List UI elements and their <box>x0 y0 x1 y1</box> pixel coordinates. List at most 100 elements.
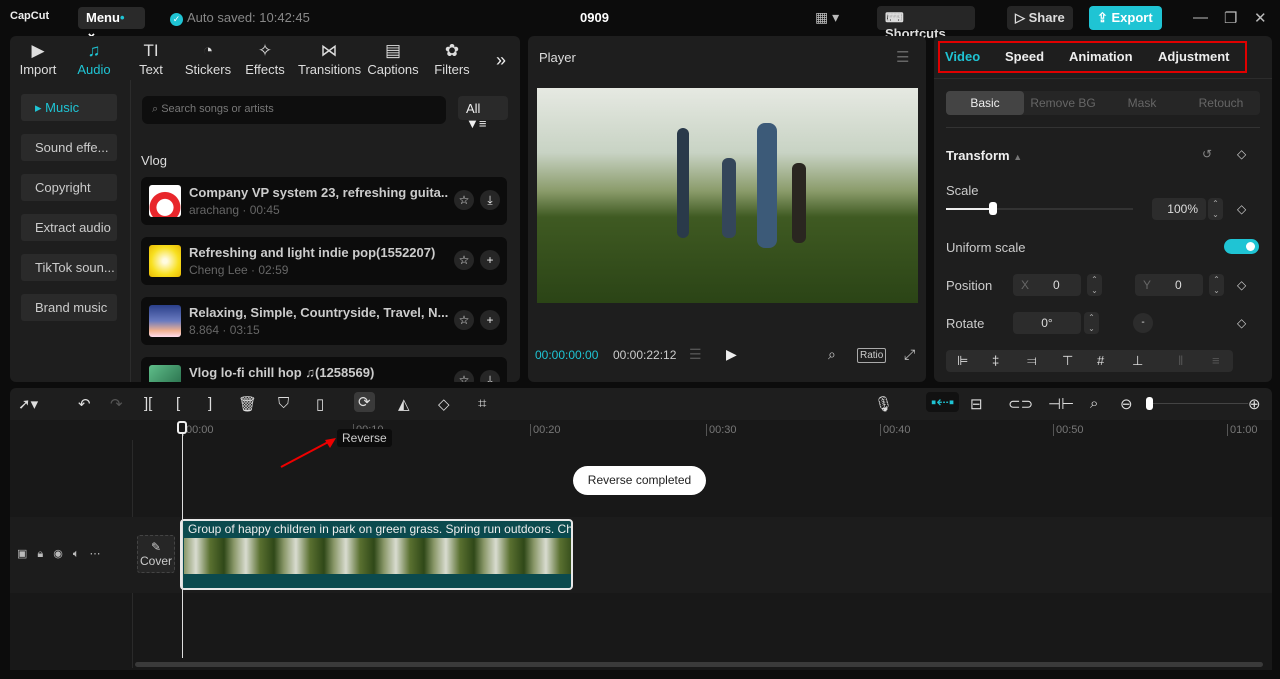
close-icon[interactable]: ✕ <box>1254 9 1267 27</box>
playhead-handle[interactable] <box>177 421 187 434</box>
sidebar-item-brand-music[interactable]: Brand music <box>21 294 117 321</box>
split-left-icon[interactable]: [ <box>176 395 180 412</box>
keyframe-icon[interactable]: ◇ <box>1237 278 1246 292</box>
mark-icon[interactable]: ⛉ <box>278 395 289 412</box>
subtab-basic[interactable]: Basic <box>946 91 1024 115</box>
split-icon[interactable]: ][ <box>144 395 152 412</box>
preview-axis-icon[interactable]: ⊣⊢ <box>1048 395 1074 413</box>
subtab-remove-bg[interactable]: Remove BG <box>1024 96 1102 110</box>
video-preview[interactable] <box>537 88 918 303</box>
zoom-in-icon[interactable]: ⊕ <box>1248 395 1261 413</box>
delete-icon[interactable]: 🗑 <box>238 395 257 413</box>
freeze-icon[interactable]: ▯ <box>316 395 324 413</box>
menu-button[interactable]: Menu• ⌄ <box>78 7 145 40</box>
main-track-magnet-icon[interactable]: ▪⇠▪ <box>926 392 960 412</box>
reset-icon[interactable]: ↺ <box>1202 147 1212 161</box>
position-y-input[interactable]: Y0 <box>1135 274 1203 296</box>
play-icon[interactable]: ▶ <box>726 346 737 363</box>
shortcuts-button[interactable]: ⌨ Shortcuts <box>877 6 975 41</box>
position-y-stepper[interactable]: ⌃ ⌄ <box>1209 274 1224 296</box>
tab-audio[interactable]: ♫ Audio <box>66 40 122 77</box>
align-center-h-icon[interactable]: ‡ <box>992 353 999 368</box>
sidebar-item-music[interactable]: ▸ Music <box>21 94 117 121</box>
list-item[interactable]: Company VP system 23, refreshing guita..… <box>141 177 507 225</box>
align-left-icon[interactable]: ⊫ <box>957 353 968 369</box>
horizontal-scrollbar[interactable] <box>135 662 1263 667</box>
zoom-slider-handle[interactable] <box>1146 397 1153 410</box>
list-item[interactable]: Relaxing, Simple, Countryside, Travel, N… <box>141 297 507 345</box>
favorite-icon[interactable]: ☆ <box>454 250 474 270</box>
redo-icon[interactable]: ↷ <box>110 395 123 413</box>
filter-button[interactable]: All ▼≡ <box>458 96 508 131</box>
more-tabs-icon[interactable]: » <box>496 50 506 71</box>
export-button[interactable]: ⇪ Export <box>1089 6 1162 30</box>
zoom-fit-icon[interactable]: ⌕ <box>828 346 836 363</box>
download-icon[interactable]: ⤓ <box>480 370 500 382</box>
minimize-icon[interactable]: — <box>1193 9 1208 26</box>
favorite-icon[interactable]: ☆ <box>454 190 474 210</box>
favorite-icon[interactable]: ☆ <box>454 310 474 330</box>
microphone-icon[interactable]: 🎙 <box>874 395 893 413</box>
transform-header[interactable]: Transform ▲ <box>946 148 1022 163</box>
tab-text[interactable]: TI Text <box>123 40 179 77</box>
rotate-stepper[interactable]: ⌃ ⌄ <box>1084 312 1099 334</box>
track-video-icon[interactable]: ▣ <box>17 548 37 560</box>
position-x-input[interactable]: X0 <box>1013 274 1081 296</box>
sidebar-item-copyright[interactable]: Copyright <box>21 174 117 201</box>
lock-icon[interactable]: 🔒︎ <box>37 548 53 560</box>
video-clip[interactable]: Group of happy children in park on green… <box>180 519 573 590</box>
sidebar-item-tiktok-sounds[interactable]: TikTok soun... <box>21 254 117 281</box>
scale-slider-handle[interactable] <box>988 202 997 215</box>
search-input[interactable]: ⌕ Search songs or artists <box>142 96 446 124</box>
tab-transitions[interactable]: ⋈ Transitions <box>298 40 361 77</box>
position-x-stepper[interactable]: ⌃ ⌄ <box>1087 274 1102 296</box>
waveform-icon[interactable]: ☰ <box>689 346 702 363</box>
cover-button[interactable]: ✎ Cover <box>137 535 175 573</box>
zoom-out-icon[interactable]: ⊖ <box>1120 395 1133 413</box>
scale-slider[interactable] <box>946 202 1133 215</box>
keyframe-icon[interactable]: ◇ <box>1237 316 1246 330</box>
align-top-icon[interactable]: ⊤ <box>1062 353 1073 369</box>
keyframe-icon[interactable]: ◇ <box>1237 202 1246 216</box>
align-center-v-icon[interactable]: # <box>1097 353 1104 368</box>
tab-stickers[interactable]: ◔ Stickers <box>180 40 236 77</box>
align-bottom-icon[interactable]: ⊥ <box>1132 353 1143 369</box>
maximize-icon[interactable]: ❐ <box>1224 9 1237 27</box>
share-button[interactable]: ▷ Share <box>1007 6 1073 30</box>
sidebar-item-sound-effects[interactable]: Sound effe... <box>21 134 117 161</box>
menu-icon[interactable]: ☰ <box>896 48 909 66</box>
keyframe-icon[interactable]: ◇ <box>1237 147 1246 161</box>
subtab-retouch[interactable]: Retouch <box>1182 96 1260 110</box>
add-icon[interactable]: + <box>480 250 500 270</box>
timeline-fit-icon[interactable]: ⌕ <box>1090 395 1098 412</box>
reverse-icon[interactable]: ⟳ <box>354 392 375 412</box>
playhead[interactable] <box>182 422 183 658</box>
layout-icon[interactable]: ▦ ▾ <box>815 9 839 26</box>
sidebar-item-extract-audio[interactable]: Extract audio <box>21 214 117 241</box>
download-icon[interactable]: ⤓ <box>480 190 500 210</box>
rotate-icon[interactable]: ◇ <box>438 395 450 413</box>
project-name[interactable]: 0909 <box>580 10 609 25</box>
list-item[interactable]: Refreshing and light indie pop(1552207) … <box>141 237 507 285</box>
scale-stepper[interactable]: ⌃ ⌄ <box>1208 198 1223 220</box>
link-icon[interactable]: ⊂⊃ <box>1008 395 1033 413</box>
distribute-h-icon[interactable]: ‖ <box>1178 353 1183 368</box>
rotate-input[interactable]: 0° <box>1013 312 1081 334</box>
tab-filters[interactable]: ✿ Filters <box>424 40 480 77</box>
add-icon[interactable]: + <box>480 310 500 330</box>
scale-input[interactable]: 100% <box>1152 198 1206 220</box>
audio-icon[interactable]: 🔈︎ <box>73 548 90 560</box>
mirror-icon[interactable]: ◭ <box>398 395 410 413</box>
align-right-icon[interactable]: ⫤ <box>1027 353 1037 369</box>
undo-icon[interactable]: ↶ <box>78 395 91 413</box>
tab-effects[interactable]: ✧ Effects <box>237 40 293 77</box>
zoom-slider[interactable] <box>1148 403 1248 404</box>
rotate-dial[interactable]: - <box>1133 313 1153 333</box>
fullscreen-icon[interactable]: ⤢ <box>904 346 915 363</box>
split-right-icon[interactable]: ] <box>208 395 212 412</box>
crop-icon[interactable]: ⌗ <box>478 395 486 412</box>
select-tool-icon[interactable]: ➚▾ <box>18 395 38 413</box>
ratio-button[interactable]: Ratio <box>857 348 887 363</box>
tab-import[interactable]: ▶ Import <box>10 40 66 77</box>
uniform-scale-toggle[interactable] <box>1224 239 1259 254</box>
